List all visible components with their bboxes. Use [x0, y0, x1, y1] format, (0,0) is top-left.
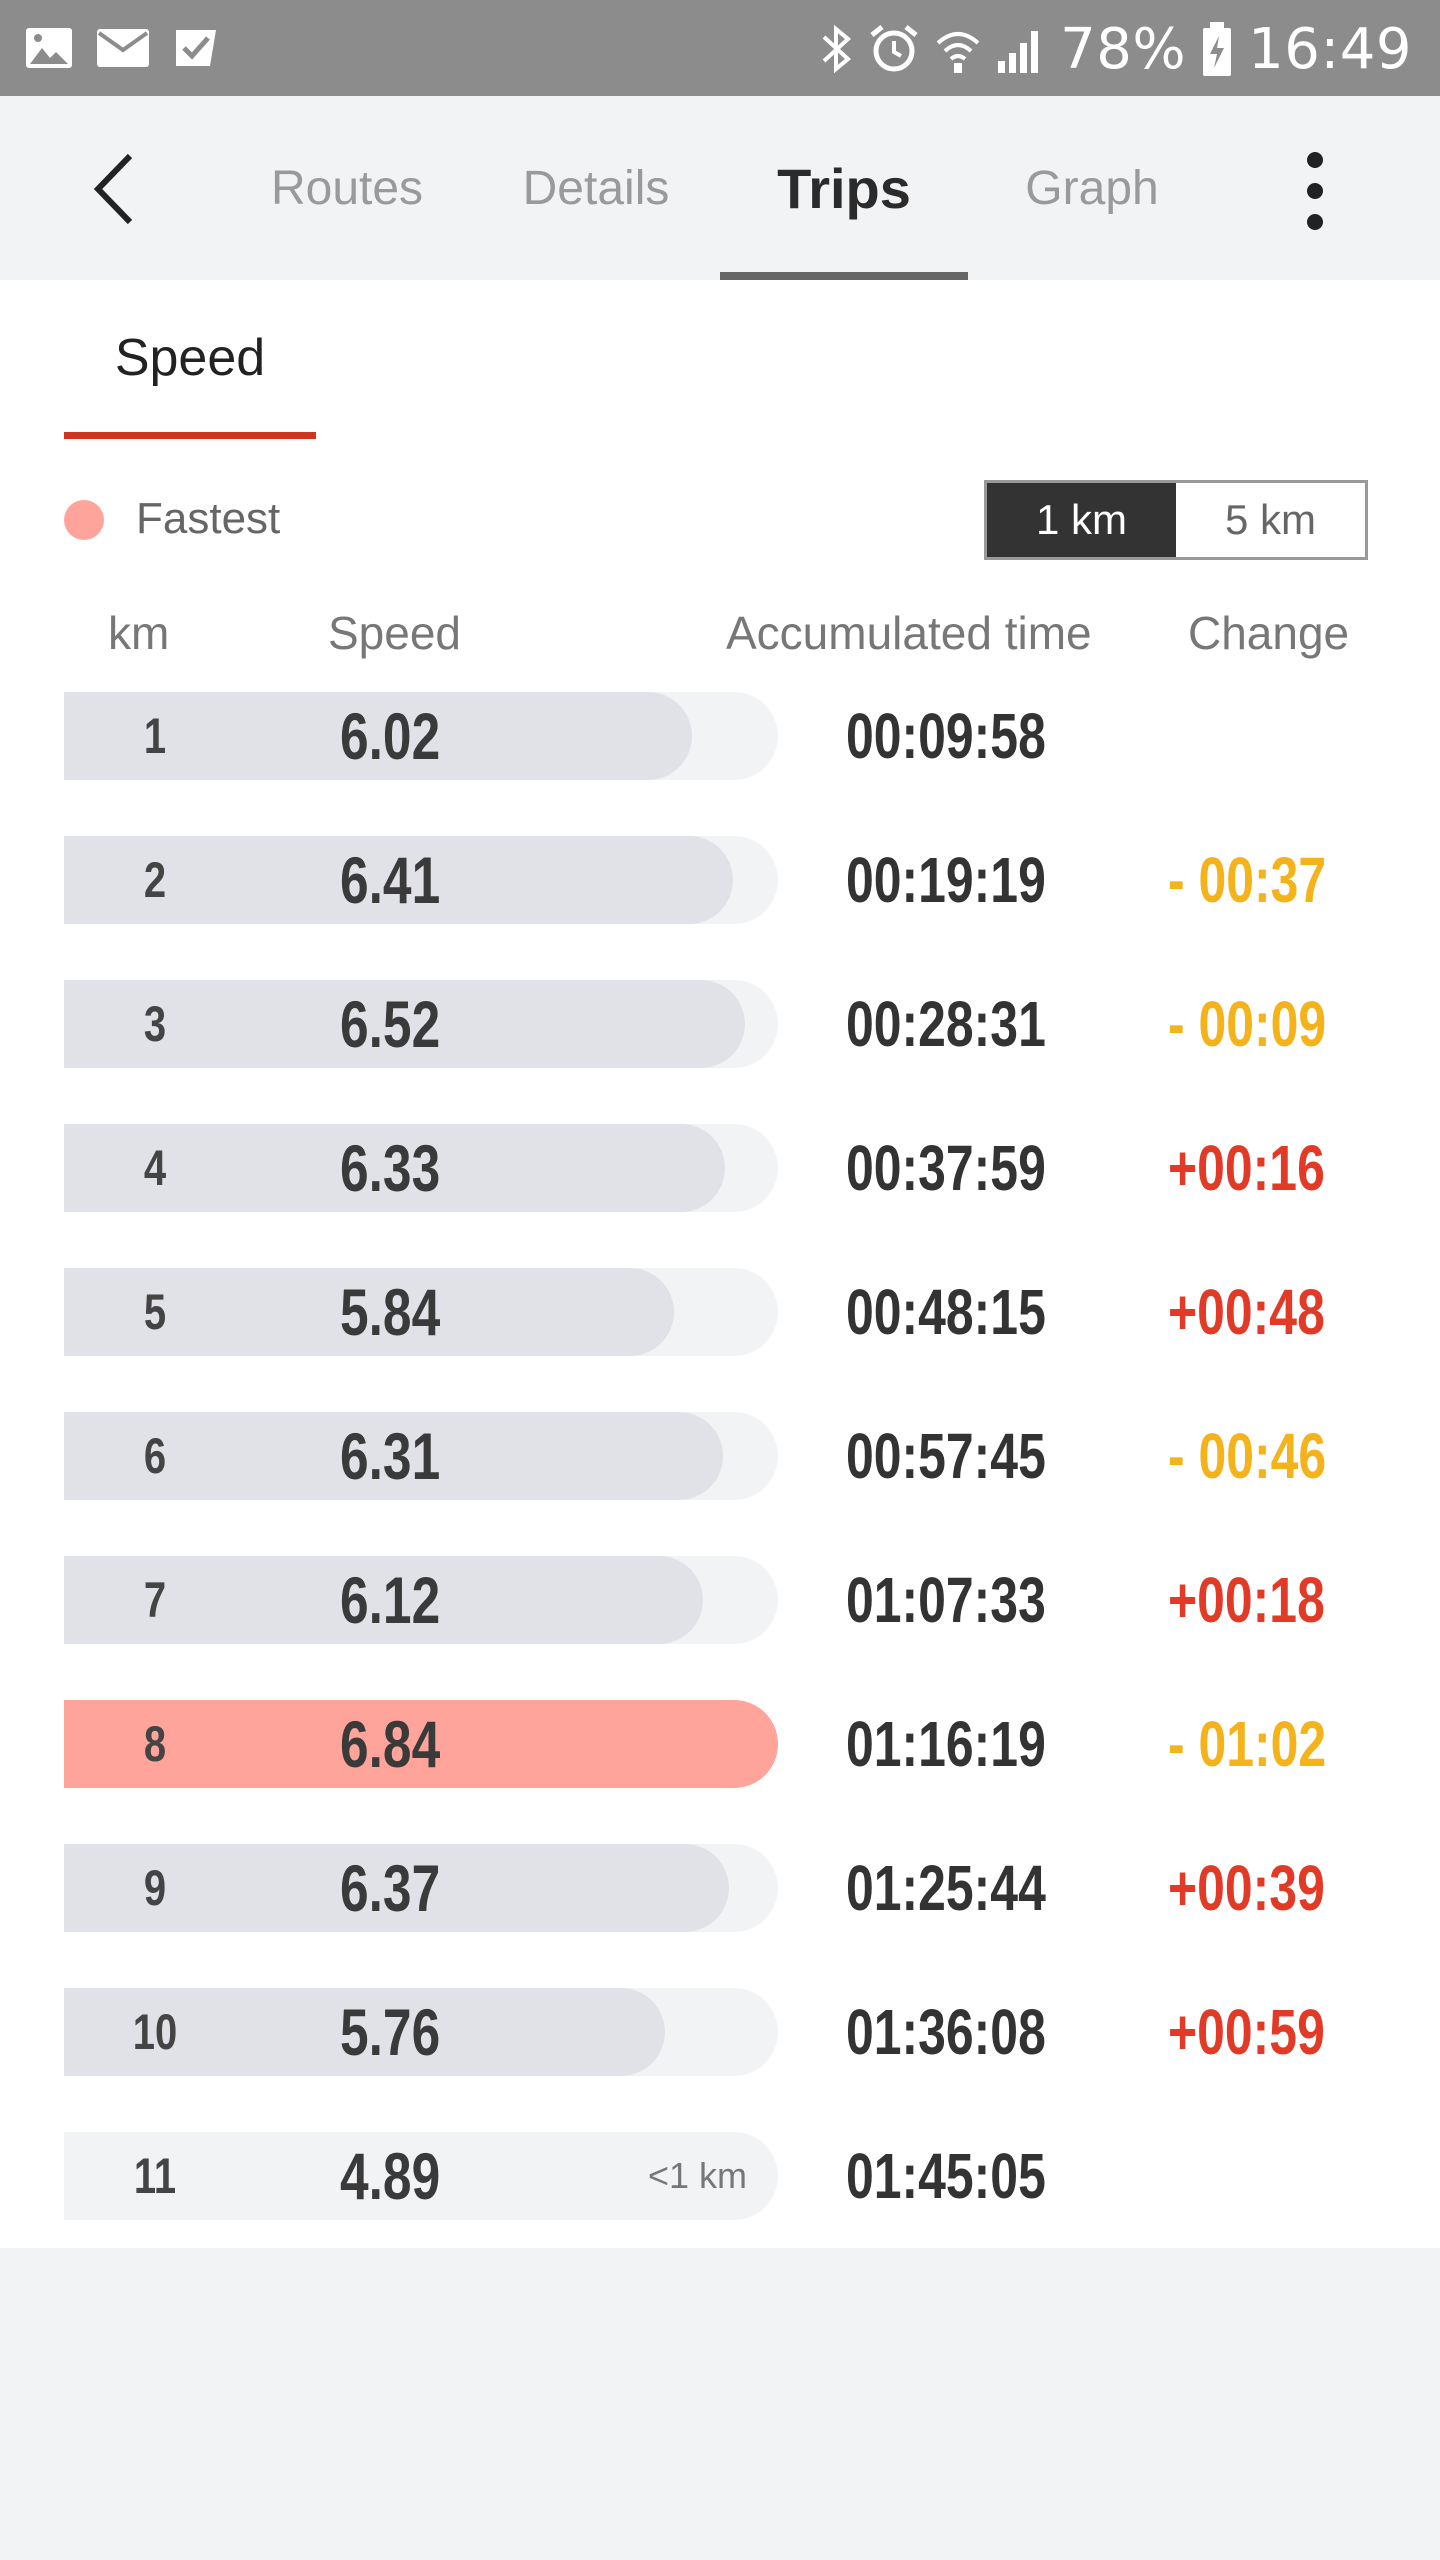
- app-bar: Routes Details Trips Graph: [0, 96, 1440, 280]
- split-row: 1 6.02 00:09:58: [0, 692, 1440, 780]
- more-vert-icon[interactable]: [1290, 146, 1340, 236]
- alarm-icon: [870, 25, 918, 72]
- split-speed: 5.76: [340, 1995, 441, 2069]
- image-icon: [26, 28, 72, 68]
- split-km: 6: [143, 1428, 167, 1484]
- split-row: 7 6.12 01:07:33 +00:18: [0, 1556, 1440, 1644]
- split-row: 11 4.89 <1 km 01:45:05: [0, 2132, 1440, 2220]
- split-km: 4: [143, 1140, 167, 1196]
- split-row: 4 6.33 00:37:59 +00:16: [0, 1124, 1440, 1212]
- split-accumulated-time: 00:09:58: [846, 700, 1046, 772]
- split-row: 8 6.84 01:16:19 - 01:02: [0, 1700, 1440, 1788]
- mail-icon: [97, 29, 149, 67]
- column-header-change: Change: [1188, 607, 1350, 659]
- split-speed: 6.33: [340, 1131, 441, 1205]
- split-change: +00:16: [1168, 1132, 1325, 1204]
- clock: 16:49: [1248, 16, 1412, 82]
- status-bar-notifications: [24, 20, 222, 76]
- split-change: - 01:02: [1168, 1708, 1327, 1780]
- split-change: +00:48: [1168, 1276, 1325, 1348]
- signal-icon: [998, 31, 1039, 73]
- split-km: 7: [143, 1572, 167, 1628]
- tab-graph[interactable]: Graph: [1000, 96, 1184, 280]
- split-accumulated-time: 01:45:05: [846, 2140, 1046, 2212]
- tab-label: Graph: [1025, 161, 1159, 215]
- split-accumulated-time: 00:28:31: [846, 988, 1046, 1060]
- column-header-speed: Speed: [328, 607, 462, 659]
- split-speed: 6.31: [340, 1419, 441, 1493]
- split-speed: 6.02: [340, 699, 441, 773]
- split-row: 2 6.41 00:19:19 - 00:37: [0, 836, 1440, 924]
- split-row: 10 5.76 01:36:08 +00:59: [0, 1988, 1440, 2076]
- split-speed: 6.37: [340, 1851, 441, 1925]
- split-km: 5: [143, 1284, 167, 1340]
- legend-fastest-label: Fastest: [136, 494, 281, 543]
- tab-routes[interactable]: Routes: [250, 96, 444, 280]
- split-row: 6 6.31 00:57:45 - 00:46: [0, 1412, 1440, 1500]
- column-header-km: km: [108, 607, 170, 659]
- subtab-speed[interactable]: Speed: [64, 328, 316, 442]
- toggle-5km-button[interactable]: 5 km: [1176, 483, 1365, 557]
- split-row: 9 6.37 01:25:44 +00:39: [0, 1844, 1440, 1932]
- split-accumulated-time: 01:36:08: [846, 1996, 1046, 2068]
- split-change: - 00:46: [1168, 1420, 1327, 1492]
- split-km: 10: [132, 2004, 178, 2060]
- split-km: 9: [143, 1860, 167, 1916]
- battery-charging-icon: [1203, 22, 1232, 76]
- battery-percent: 78%: [1060, 16, 1187, 82]
- tab-label: Trips: [777, 156, 911, 220]
- trips-card: Speed Fastest 1 km 5 km km Speed Accumul…: [0, 280, 1440, 2248]
- split-speed: 4.89: [340, 2139, 441, 2213]
- subtab-label: Speed: [114, 329, 266, 387]
- split-change: - 00:09: [1168, 988, 1327, 1060]
- split-accumulated-time: 01:16:19: [846, 1708, 1046, 1780]
- split-accumulated-time: 01:07:33: [846, 1564, 1046, 1636]
- bluetooth-icon: [822, 24, 852, 74]
- task-icon: [176, 30, 216, 66]
- status-bar: 78% 16:49: [0, 0, 1440, 96]
- split-row: 3 6.52 00:28:31 - 00:09: [0, 980, 1440, 1068]
- partial-distance-label: <1 km: [648, 2155, 748, 2196]
- column-header-accumulated: Accumulated time: [726, 607, 1092, 659]
- split-km: 1: [143, 708, 167, 764]
- split-km: 2: [143, 852, 167, 908]
- split-accumulated-time: 00:19:19: [846, 844, 1046, 916]
- split-change: +00:59: [1168, 1996, 1325, 2068]
- split-speed: 6.84: [340, 1707, 441, 1781]
- tab-label: Details: [522, 161, 670, 215]
- legend-fastest-dot: [64, 500, 104, 540]
- split-accumulated-time: 00:48:15: [846, 1276, 1046, 1348]
- split-row: 5 5.84 00:48:15 +00:48: [0, 1268, 1440, 1356]
- split-speed: 6.41: [340, 843, 441, 917]
- tab-label: Routes: [270, 161, 424, 215]
- split-speed: 6.52: [340, 987, 441, 1061]
- split-accumulated-time: 01:25:44: [846, 1852, 1046, 1924]
- subtab-indicator: [64, 432, 316, 439]
- back-arrow-icon[interactable]: [80, 144, 160, 234]
- wifi-icon: [936, 32, 980, 73]
- split-change: - 00:37: [1168, 844, 1327, 916]
- split-speed: 5.84: [340, 1275, 441, 1349]
- split-km: 11: [133, 2148, 177, 2204]
- toggle-1km-button[interactable]: 1 km: [987, 483, 1176, 557]
- tab-trips[interactable]: Trips: [720, 96, 968, 280]
- split-change: +00:39: [1168, 1852, 1325, 1924]
- active-tab-indicator: [720, 272, 968, 280]
- split-speed: 6.12: [340, 1563, 441, 1637]
- split-accumulated-time: 00:57:45: [846, 1420, 1046, 1492]
- split-accumulated-time: 00:37:59: [846, 1132, 1046, 1204]
- split-km: 8: [143, 1716, 167, 1772]
- status-bar-system: 78% 16:49: [820, 14, 1412, 84]
- unit-toggle: 1 km 5 km: [984, 480, 1368, 560]
- tab-details[interactable]: Details: [496, 96, 696, 280]
- split-km: 3: [143, 996, 167, 1052]
- split-change: +00:18: [1168, 1564, 1325, 1636]
